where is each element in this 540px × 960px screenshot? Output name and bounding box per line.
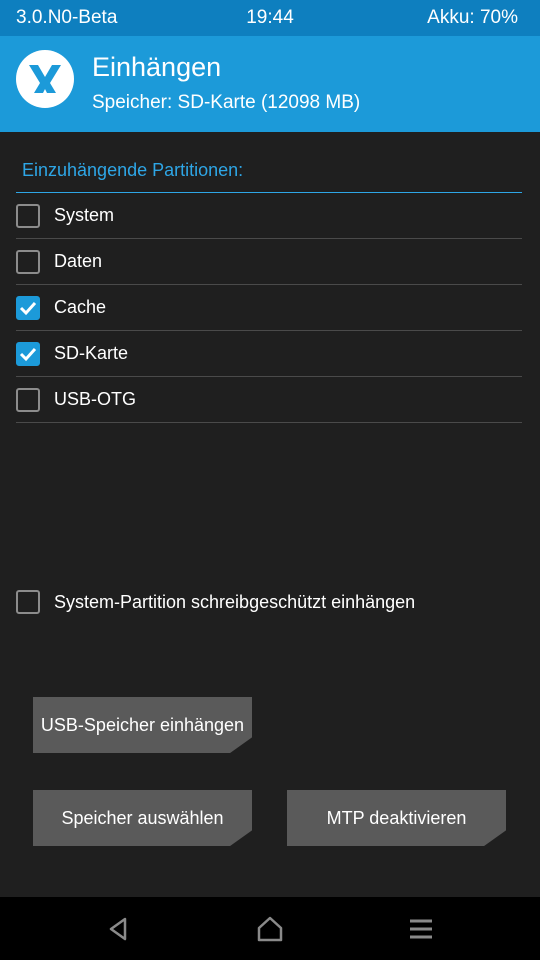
disable-mtp-button[interactable]: MTP deaktivieren xyxy=(287,790,506,846)
checkbox-checked[interactable] xyxy=(16,341,40,366)
storage-subtitle: Speicher: SD-Karte (12098 MB) xyxy=(92,92,361,113)
checkbox[interactable] xyxy=(16,203,40,228)
page-title: Einhängen xyxy=(92,52,222,82)
partition-item-cache[interactable]: Cache xyxy=(16,285,522,331)
menu-icon[interactable] xyxy=(406,914,436,944)
usb-storage-mount-button[interactable]: USB-Speicher einhängen xyxy=(33,697,252,753)
partition-item-system[interactable]: System xyxy=(16,193,522,239)
readonly-system-option[interactable]: System-Partition schreibgeschützt einhän… xyxy=(16,590,415,614)
readonly-label: System-Partition schreibgeschützt einhän… xyxy=(54,591,416,612)
partition-item-sd-karte[interactable]: SD-Karte xyxy=(16,331,522,377)
partitions-heading: Einzuhängende Partitionen: xyxy=(22,160,244,180)
partition-item-daten[interactable]: Daten xyxy=(16,239,522,285)
checkbox-checked[interactable] xyxy=(16,295,40,320)
checkbox[interactable] xyxy=(16,249,40,274)
partition-label: Daten xyxy=(54,251,103,271)
header: Einhängen Speicher: SD-Karte (12098 MB) xyxy=(0,36,540,132)
partition-label: USB-OTG xyxy=(54,389,137,409)
partition-item-usb-otg[interactable]: USB-OTG xyxy=(16,377,522,423)
partition-label: SD-Karte xyxy=(54,343,129,363)
version-text: 3.0.N0-Beta xyxy=(16,7,118,28)
status-bar: 3.0.N0-Beta 19:44 Akku: 70% xyxy=(0,0,540,36)
partition-label: Cache xyxy=(54,297,107,317)
checkmark-icon xyxy=(19,347,37,361)
partition-list: System Daten Cache SD-Karte USB-OTG xyxy=(16,193,522,423)
battery-status: Akku: 70% xyxy=(427,7,518,28)
checkmark-icon xyxy=(19,301,37,315)
home-icon[interactable] xyxy=(255,914,285,944)
checkbox[interactable] xyxy=(16,590,40,614)
select-storage-button[interactable]: Speicher auswählen xyxy=(33,790,252,846)
partition-label: System xyxy=(54,205,115,225)
twrp-logo-icon xyxy=(16,50,74,108)
navigation-bar xyxy=(0,897,540,960)
back-icon[interactable] xyxy=(103,914,133,944)
checkbox[interactable] xyxy=(16,387,40,412)
